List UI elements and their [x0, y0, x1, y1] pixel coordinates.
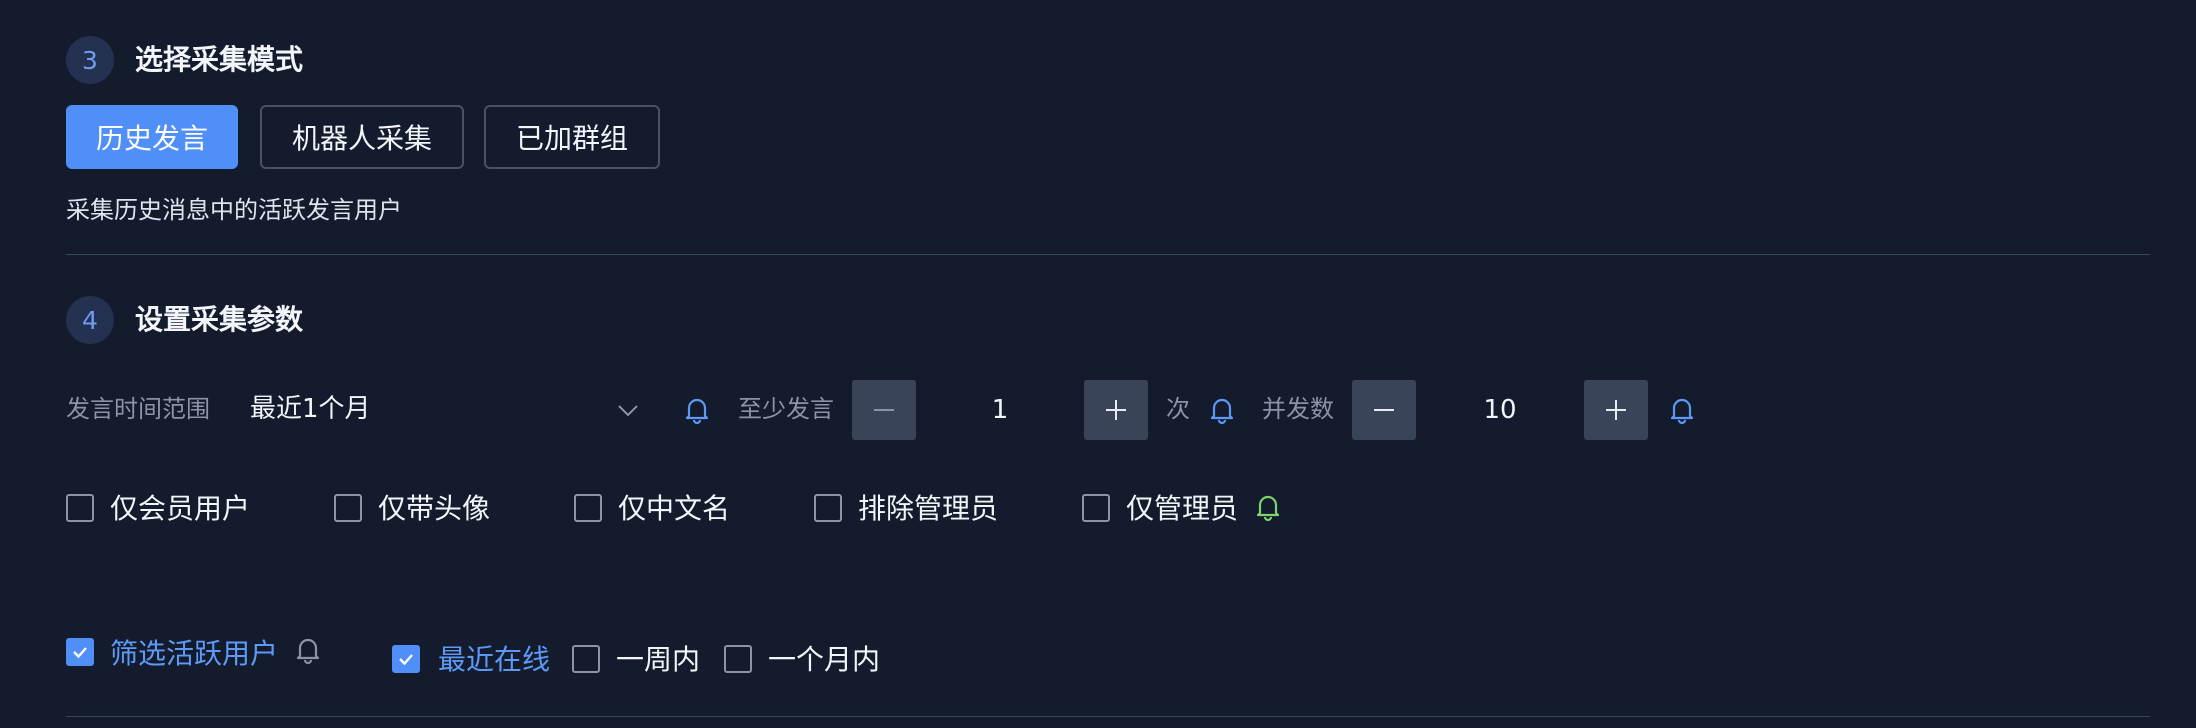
checkbox-chinese-name-only[interactable]	[574, 494, 602, 522]
bell-icon[interactable]	[1252, 491, 1284, 523]
mode-button-joined-groups[interactable]: 已加群组	[484, 105, 660, 169]
checkbox-label-active-users: 筛选活跃用户	[110, 637, 279, 670]
min-speak-input[interactable]	[916, 380, 1084, 440]
checkbox-label-within-week: 一周内	[616, 643, 701, 676]
checkbox-label-avatar-only: 仅带头像	[378, 492, 491, 525]
divider	[66, 716, 2150, 717]
time-range-select[interactable]: 最近1个月	[250, 396, 371, 422]
bell-icon[interactable]	[681, 394, 713, 426]
min-speak-label: 至少发言	[738, 395, 834, 423]
checkbox-label-members-only: 仅会员用户	[110, 492, 251, 525]
checkbox-avatar-only[interactable]	[334, 494, 362, 522]
checkbox-exclude-admins[interactable]	[814, 494, 842, 522]
concurrency-decrement-button[interactable]	[1352, 380, 1416, 440]
minus-icon	[874, 409, 894, 411]
bell-icon[interactable]	[1666, 394, 1698, 426]
plus-icon	[1606, 400, 1626, 420]
chevron-down-icon[interactable]	[616, 398, 640, 422]
time-range-label: 发言时间范围	[66, 395, 210, 423]
concurrency-increment-button[interactable]	[1584, 380, 1648, 440]
checkbox-label-chinese-name-only: 仅中文名	[618, 492, 731, 525]
minus-icon	[1374, 409, 1394, 411]
concurrency-label: 并发数	[1262, 395, 1334, 423]
divider	[66, 254, 2150, 255]
min-speak-decrement-button[interactable]	[852, 380, 916, 440]
mode-button-bot[interactable]: 机器人采集	[260, 105, 464, 169]
bell-icon[interactable]	[1206, 394, 1238, 426]
checkbox-label-exclude-admins: 排除管理员	[858, 492, 999, 525]
min-speak-increment-button[interactable]	[1084, 380, 1148, 440]
checkbox-within-week[interactable]	[572, 645, 600, 673]
checkbox-members-only[interactable]	[66, 494, 94, 522]
mode-description: 采集历史消息中的活跃发言用户	[66, 196, 402, 224]
section-title-params: 设置采集参数	[135, 303, 304, 336]
section-title-mode: 选择采集模式	[135, 43, 304, 76]
checkbox-recently-online[interactable]	[392, 645, 420, 673]
checkbox-label-within-month: 一个月内	[768, 643, 881, 676]
step-badge-3: 3	[66, 36, 114, 84]
check-icon	[73, 647, 87, 659]
plus-icon	[1106, 400, 1126, 420]
min-speak-unit: 次	[1166, 395, 1190, 423]
bell-icon[interactable]	[292, 634, 324, 666]
checkbox-label-recently-online: 最近在线	[438, 643, 551, 676]
checkbox-admins-only[interactable]	[1082, 494, 1110, 522]
check-icon	[399, 654, 413, 666]
mode-button-history[interactable]: 历史发言	[66, 105, 238, 169]
collection-settings-panel: 3 选择采集模式 历史发言 机器人采集 已加群组 采集历史消息中的活跃发言用户 …	[0, 0, 2196, 728]
checkbox-active-users[interactable]	[66, 638, 94, 666]
checkbox-label-admins-only: 仅管理员	[1126, 492, 1239, 525]
concurrency-input[interactable]	[1416, 380, 1584, 440]
checkbox-within-month[interactable]	[724, 645, 752, 673]
step-badge-4: 4	[66, 296, 114, 344]
